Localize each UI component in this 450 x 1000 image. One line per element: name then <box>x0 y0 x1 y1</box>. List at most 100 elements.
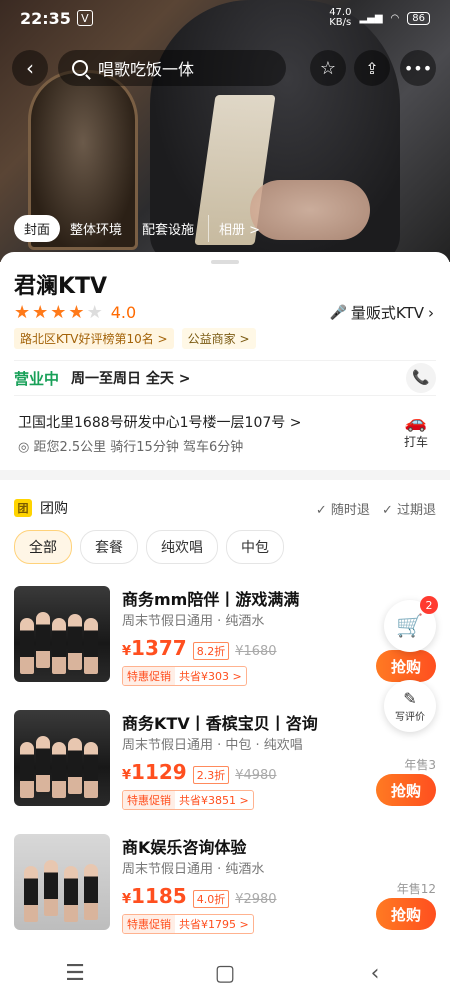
write-review-button[interactable]: ✎ 写评价 <box>384 680 436 732</box>
promo-label: 特惠促销 <box>123 915 175 933</box>
promo-label: 特惠促销 <box>123 791 175 809</box>
promo-savings: 共省¥303 > <box>179 670 242 683</box>
taxi-button[interactable]: 🚗 打车 <box>396 412 436 450</box>
cart-count-badge: 2 <box>420 596 438 614</box>
battery-icon: 86 <box>407 11 430 25</box>
discount-badge: 2.3折 <box>192 766 230 784</box>
back-icon[interactable]: ‹ <box>345 961 405 986</box>
star-icon[interactable]: ☆ <box>310 50 346 86</box>
annual-sales: 年售3 <box>404 758 436 772</box>
deal-item[interactable]: 商K娱乐咨询体验 周末节假日通用 · 纯酒水 ¥1185 4.0折 ¥2980 … <box>14 834 436 944</box>
buy-button[interactable]: 抢购 <box>376 774 436 806</box>
filter-package[interactable]: 套餐 <box>80 530 138 564</box>
promo-tag[interactable]: 特惠促销 共省¥1795 > <box>122 914 254 934</box>
price-row: ¥1377 8.2折 ¥1680 <box>122 636 277 660</box>
deal-subtitle: 周末节假日通用 · 纯酒水 <box>122 614 265 629</box>
filter-all[interactable]: 全部 <box>14 530 72 564</box>
edit-icon: ✎ <box>403 688 417 708</box>
ranking-badge[interactable]: 路北区KTV好评榜第10名 > <box>14 328 174 349</box>
chevron-right-icon: › <box>428 303 434 322</box>
tab-environment[interactable]: 整体环境 <box>60 215 132 242</box>
status-bar: 22:35 V 47.0 KB/s ▂▄▆ ◠ 86 <box>0 0 450 36</box>
phone-icon[interactable]: 📞 <box>406 363 436 393</box>
deal-thumbnail <box>14 834 110 930</box>
promo-tag[interactable]: 特惠促销 共省¥3851 > <box>122 790 254 810</box>
sheet-handle[interactable] <box>211 260 239 264</box>
microphone-icon: 🎤 <box>329 304 347 321</box>
charity-badge[interactable]: 公益商家 > <box>181 328 256 349</box>
cart-icon: 🛒 <box>396 613 424 639</box>
star-icon: ★ <box>32 302 49 323</box>
category-link[interactable]: 🎤 量贩式KTV › <box>329 302 434 323</box>
original-price: ¥1680 <box>235 644 277 659</box>
policy-anytime-refund: ✓ 随时退 <box>316 499 370 518</box>
more-icon[interactable]: ••• <box>400 50 436 86</box>
search-input[interactable]: 唱歌吃饭一体 <box>58 50 286 86</box>
section-divider <box>0 470 450 480</box>
address[interactable]: 卫国北里1688号研发中心1号楼一层107号 > <box>18 412 301 432</box>
review-label: 写评价 <box>395 711 425 723</box>
price-value: 1185 <box>131 884 187 908</box>
deal-title: 商务mm陪伴丨游戏满满 <box>122 590 300 609</box>
price-value: 1129 <box>131 760 187 784</box>
price-row: ¥1129 2.3折 ¥4980 <box>122 760 277 784</box>
taxi-label: 打车 <box>403 435 428 449</box>
hero-image[interactable]: 22:35 V 47.0 KB/s ▂▄▆ ◠ 86 ‹ 唱歌吃饭一体 ☆ ⇪ … <box>0 0 450 262</box>
cart-button[interactable]: 🛒 2 <box>384 596 438 652</box>
check-circle-icon: ✓ <box>381 502 393 518</box>
hours-row[interactable]: 营业中 周一至周日 全天 > 📞 <box>14 360 436 396</box>
deal-title: 商K娱乐咨询体验 <box>122 838 247 857</box>
original-price: ¥4980 <box>235 768 277 783</box>
category-label: 量贩式KTV <box>350 304 424 322</box>
buy-button[interactable]: 抢购 <box>376 650 436 682</box>
wifi-icon: ◠ <box>390 12 400 24</box>
group-buy-tag-icon: 团 <box>14 499 32 517</box>
deal-thumbnail <box>14 710 110 806</box>
promo-savings: 共省¥1795 > <box>179 918 249 931</box>
tab-cover[interactable]: 封面 <box>14 214 61 242</box>
signal-icon: ▂▄▆ <box>359 12 383 24</box>
rating-row[interactable]: ★ ★ ★ ★ ★ 4.0 <box>14 302 136 323</box>
deal-price: ¥1185 <box>122 884 187 908</box>
original-price: ¥2980 <box>235 892 277 907</box>
filter-singing[interactable]: 纯欢唱 <box>146 530 218 564</box>
back-icon[interactable]: ‹ <box>12 50 48 86</box>
price-value: 1377 <box>131 636 187 660</box>
check-circle-icon: ✓ <box>315 502 327 518</box>
deal-filters: 全部 套餐 纯欢唱 中包 <box>14 530 284 564</box>
status-right: 47.0 KB/s ▂▄▆ ◠ 86 <box>329 8 430 28</box>
filter-medium-room[interactable]: 中包 <box>226 530 284 564</box>
policy-expire-refund: ✓ 过期退 <box>382 499 436 518</box>
menu-icon[interactable]: ☰ <box>45 961 105 986</box>
buy-button[interactable]: 抢购 <box>376 898 436 930</box>
deal-subtitle: 周末节假日通用 · 纯酒水 <box>122 862 265 877</box>
home-icon[interactable]: ▢ <box>195 961 255 986</box>
deal-item[interactable]: 商务KTV丨香槟宝贝丨咨询 周末节假日通用 · 中包 · 纯欢唱 ¥1129 2… <box>14 710 436 820</box>
refund-policies: ✓ 随时退 ✓ 过期退 <box>316 499 436 518</box>
hours-text: 周一至周日 全天 > <box>71 371 191 387</box>
share-icon[interactable]: ⇪ <box>354 50 390 86</box>
deal-title: 商务KTV丨香槟宝贝丨咨询 <box>122 714 318 733</box>
group-buy-title: 团购 <box>40 501 68 517</box>
policy-label: 过期退 <box>396 502 436 518</box>
tab-facilities[interactable]: 配套设施 <box>132 215 204 242</box>
shop-name: 君澜KTV <box>14 274 108 299</box>
group-buy-header: 团 团购 ✓ 随时退 ✓ 过期退 <box>14 496 436 520</box>
search-icon <box>72 60 88 76</box>
search-text: 唱歌吃饭一体 <box>98 60 195 79</box>
distance-text: 距您2.5公里 骑行15分钟 驾车6分钟 <box>33 440 244 455</box>
deal-price: ¥1377 <box>122 636 187 660</box>
annual-sales: 年售12 <box>396 882 436 896</box>
star-empty-icon: ★ <box>86 302 103 323</box>
promo-tag[interactable]: 特惠促销 共省¥303 > <box>122 666 247 686</box>
discount-badge: 8.2折 <box>192 642 230 660</box>
tab-album[interactable]: 相册 > <box>208 214 270 242</box>
price-row: ¥1185 4.0折 ¥2980 <box>122 884 277 908</box>
deal-price: ¥1129 <box>122 760 187 784</box>
net-speed: 47.0 KB/s <box>329 7 352 28</box>
distance: ◎ 距您2.5公里 骑行15分钟 驾车6分钟 <box>18 436 243 455</box>
rating-value: 4.0 <box>110 303 137 322</box>
car-icon: 🚗 <box>404 412 428 433</box>
deal-item[interactable]: 商务mm陪伴丨游戏满满 周末节假日通用 · 纯酒水 ¥1377 8.2折 ¥16… <box>14 586 436 696</box>
open-status: 营业中 <box>14 369 60 388</box>
